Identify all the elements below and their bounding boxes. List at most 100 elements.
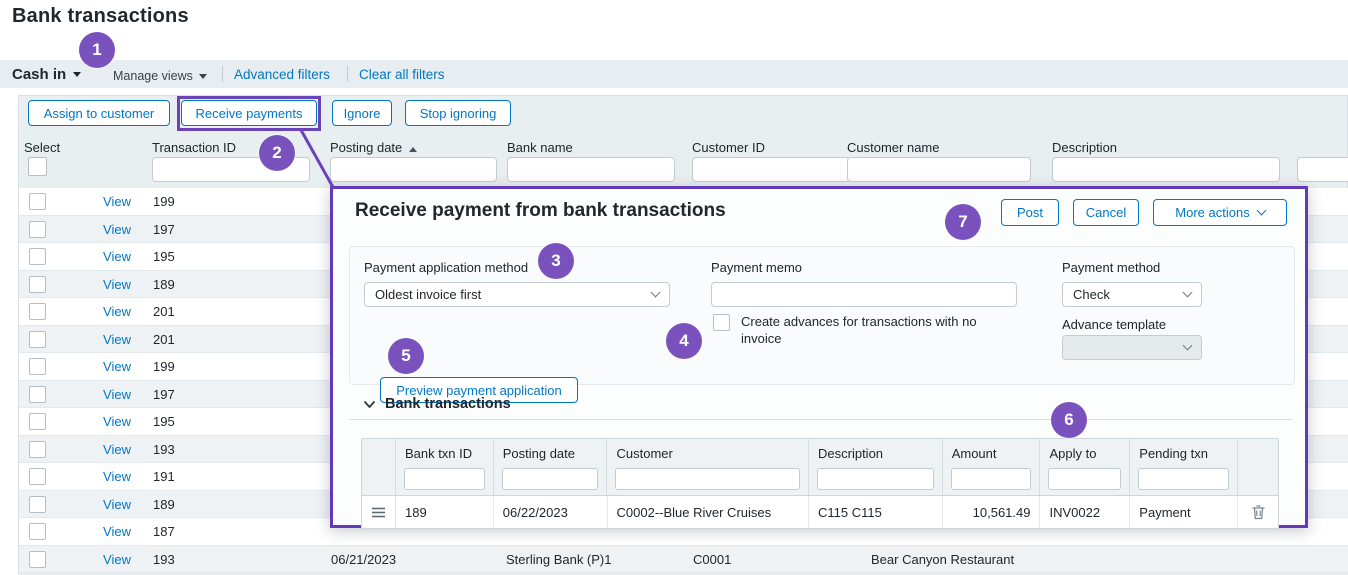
row-checkbox[interactable] (29, 413, 46, 430)
view-link[interactable]: View (81, 304, 131, 319)
row-checkbox[interactable] (29, 193, 46, 210)
posting-date: 06/21/2023 (331, 552, 396, 567)
transaction-id: 197 (153, 222, 175, 237)
chevron-down-icon (1183, 288, 1193, 298)
payment-method-select[interactable]: Check (1062, 282, 1202, 307)
view-link[interactable]: View (81, 552, 131, 567)
payment-application-method-select[interactable]: Oldest invoice first (364, 282, 670, 307)
view-link[interactable]: View (81, 387, 131, 402)
manage-views-label: Manage views (113, 69, 193, 83)
filter-customer-id-input[interactable] (692, 157, 850, 182)
clear-all-filters-link[interactable]: Clear all filters (359, 67, 445, 82)
create-advances-checkbox[interactable] (713, 314, 730, 331)
customer: C0002--Blue River Cruises (608, 496, 810, 528)
transaction-id: 187 (153, 524, 175, 539)
drag-handle-icon (371, 506, 386, 519)
filter-bank-txn-id-input[interactable] (404, 468, 485, 490)
column-posting-date[interactable]: Posting date (330, 140, 417, 155)
filter-amount-input[interactable] (951, 468, 1032, 490)
cancel-button[interactable]: Cancel (1073, 199, 1139, 226)
description: C115 C115 (809, 496, 943, 528)
row-checkbox[interactable] (29, 496, 46, 513)
amount: 10,561.49 (943, 496, 1041, 528)
column-bank-name: Bank name (507, 140, 573, 155)
more-actions-button[interactable]: More actions (1153, 199, 1287, 226)
posting-date: 06/22/2023 (494, 496, 608, 528)
filter-customer-name-input[interactable] (847, 157, 1031, 182)
handle-column (362, 439, 396, 495)
filter-pending-txn-input[interactable] (1138, 468, 1229, 490)
transaction-id: 189 (153, 277, 175, 292)
transaction-id: 193 (153, 442, 175, 457)
payment-memo-input[interactable] (711, 282, 1017, 307)
filter-apply-to-input[interactable] (1048, 468, 1121, 490)
annotation-badge-3: 3 (538, 243, 574, 279)
row-checkbox[interactable] (29, 358, 46, 375)
view-selector-label: Cash in (12, 66, 66, 83)
post-button[interactable]: Post (1001, 199, 1059, 226)
receive-payments-button[interactable]: Receive payments (181, 100, 317, 126)
row-checkbox[interactable] (29, 386, 46, 403)
manage-views-menu[interactable]: Manage views (113, 69, 207, 83)
transaction-id: 191 (153, 469, 175, 484)
filter-bank-name-input[interactable] (507, 157, 675, 182)
column-customer-name: Customer name (847, 140, 939, 155)
filter-description-input[interactable] (1052, 157, 1280, 182)
bank-name: Sterling Bank (P)1 (506, 552, 612, 567)
view-link[interactable]: View (81, 249, 131, 264)
advanced-filters-link[interactable]: Advanced filters (234, 67, 330, 82)
delete-row-button[interactable] (1247, 504, 1269, 520)
row-checkbox[interactable] (29, 276, 46, 293)
row-checkbox[interactable] (29, 303, 46, 320)
column-transaction-id: Transaction ID (152, 140, 236, 155)
transaction-id: 199 (153, 359, 175, 374)
view-link[interactable]: View (81, 332, 131, 347)
view-link[interactable]: View (81, 414, 131, 429)
transaction-id: 201 (153, 304, 175, 319)
filter-extra-input[interactable] (1297, 157, 1348, 182)
panel-title: Receive payment from bank transactions (355, 200, 726, 222)
inner-table-header: Bank txn ID Posting date Customer Descri… (362, 439, 1278, 496)
view-link[interactable]: View (81, 469, 131, 484)
filter-description-input[interactable] (817, 468, 934, 490)
transaction-id: 197 (153, 387, 175, 402)
filter-customer-input[interactable] (615, 468, 800, 490)
row-checkbox[interactable] (29, 523, 46, 540)
annotation-badge-5: 5 (388, 338, 424, 374)
row-checkbox[interactable] (29, 221, 46, 238)
row-checkbox[interactable] (29, 441, 46, 458)
ignore-button[interactable]: Ignore (332, 100, 392, 126)
view-link[interactable]: View (81, 497, 131, 512)
row-checkbox[interactable] (29, 468, 46, 485)
bank-transactions-section-toggle[interactable]: Bank transactions (363, 396, 511, 412)
row-checkbox[interactable] (29, 551, 46, 568)
column-posting-date: Posting date (503, 446, 575, 461)
table-row: View 193 06/21/2023 Sterling Bank (P)1 C… (19, 546, 1348, 574)
divider (349, 419, 1293, 420)
inner-bank-transactions-table: Bank txn ID Posting date Customer Descri… (361, 438, 1279, 529)
filter-posting-date-input[interactable] (330, 157, 497, 182)
filter-posting-date-input[interactable] (502, 468, 599, 490)
assign-to-customer-button[interactable]: Assign to customer (28, 100, 170, 126)
customer-id: C0001 (693, 552, 731, 567)
trash-icon (1251, 504, 1266, 520)
view-link[interactable]: View (81, 194, 131, 209)
drag-handle[interactable] (362, 496, 396, 528)
annotation-leader-line (295, 126, 340, 192)
annotation-badge-7: 7 (945, 204, 981, 240)
customer-name: Bear Canyon Restaurant (871, 552, 1014, 567)
column-description: Description (1052, 140, 1117, 155)
view-link[interactable]: View (81, 524, 131, 539)
view-link[interactable]: View (81, 359, 131, 374)
column-customer-id: Customer ID (692, 140, 765, 155)
row-checkbox[interactable] (29, 248, 46, 265)
view-selector-cash-in[interactable]: Cash in (12, 66, 81, 83)
select-all-checkbox[interactable] (28, 157, 47, 176)
payment-memo-label: Payment memo (711, 260, 802, 275)
view-link[interactable]: View (81, 442, 131, 457)
chevron-down-icon (1256, 206, 1266, 216)
stop-ignoring-button[interactable]: Stop ignoring (405, 100, 511, 126)
view-link[interactable]: View (81, 222, 131, 237)
row-checkbox[interactable] (29, 331, 46, 348)
view-link[interactable]: View (81, 277, 131, 292)
